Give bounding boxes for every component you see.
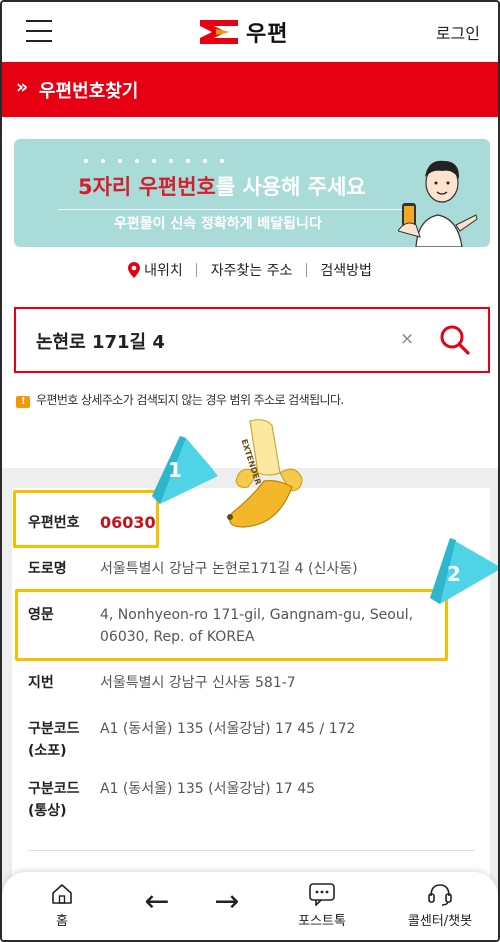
chat-bubble-icon [309,883,335,906]
address-search-box[interactable]: 논현로 171길 4 × [14,307,490,373]
english-address-highlight-box [15,589,448,661]
parcel-code-label: 구분코드 (소포) [28,721,80,759]
nav-posttalk[interactable]: 포스트톡 [284,872,360,940]
app-header: 우편 로그인 [2,2,498,62]
postcode-highlight-box [13,490,159,548]
link-separator [196,263,198,277]
annotation-badge-1: 1 [168,458,182,482]
road-address-label: 도로명 [28,561,67,577]
annotation-badge-2: 2 [447,562,461,586]
mail-code-value: A1 (동서울) 135 (서울강남) 17 45 [100,781,316,797]
banner-dots [84,159,224,163]
clear-icon[interactable]: × [400,329,414,349]
banana-extender-icon [227,419,303,528]
promo-banner[interactable]: 5자리 우편번호를 사용해 주세요 우편물이 신속 정확하게 배달됩니다 [14,139,490,247]
nav-callcenter[interactable]: 콜센터/챗봇 [392,872,488,940]
logo-text: 우편 [246,22,289,47]
nav-home-label: 홈 [56,914,68,929]
banner-divider [58,209,406,210]
link-separator [305,263,307,277]
nav-callcenter-label: 콜센터/챗봇 [407,914,473,929]
korea-post-logo-icon [200,20,238,44]
jibun-address-value[interactable]: 서울특별시 강남구 신사동 581-7 [100,672,296,694]
banner-subline: 우편물이 신속 정확하게 배달됩니다 [114,216,322,232]
annotation-arrow-1-icon [152,436,218,504]
location-pin-icon [128,262,141,278]
road-address-value[interactable]: 서울특별시 강남구 논현로171길 4 (신사동) [100,558,358,580]
back-arrow-icon: ← [144,884,170,919]
annotation-arrow-2-icon [430,538,498,604]
forward-arrow-icon: → [214,884,240,919]
result-divider [28,850,474,851]
warning-icon: ! [16,396,30,408]
search-icon[interactable] [439,324,471,356]
parcel-code-value: A1 (동서울) 135 (서울강남) 17 45 / 172 [100,721,356,737]
nav-posttalk-label: 포스트톡 [298,914,346,929]
my-location-link[interactable]: 내위치 [128,260,183,280]
quick-links: 내위치 자주찾는 주소 검색방법 [2,260,498,280]
app-frame: 우편 로그인 » 우편번호찾기 5자리 우편번호를 사용해 주세요 우편물이 신… [0,0,500,942]
notice-text: 우편번호 상세주소가 검색되지 않는 경우 범위 주소로 검색됩니다. [36,393,344,407]
double-chevron-icon: » [16,76,29,98]
page-title-bar: » 우편번호찾기 [2,62,498,117]
headset-icon [428,884,452,906]
banner-headline: 5자리 우편번호를 사용해 주세요 [78,171,366,201]
mail-code-label: 구분코드 (통상) [28,781,80,819]
person-with-phone-illustration-icon [398,160,478,247]
logo[interactable]: 우편 [200,16,288,48]
search-method-link[interactable]: 검색방법 [320,260,372,280]
page-title: 우편번호찾기 [39,81,139,102]
nav-back[interactable]: ← [132,878,182,940]
banner-headline-highlight: 5자리 우편번호 [78,175,216,199]
frequent-address-link[interactable]: 자주찾는 주소 [211,260,293,280]
banner-headline-rest: 를 사용해 주세요 [215,175,366,199]
my-location-label: 내위치 [144,263,183,279]
search-input[interactable]: 논현로 171길 4 [36,328,165,354]
hamburger-icon[interactable] [26,20,52,42]
home-icon [52,884,72,904]
jibun-address-label: 지번 [28,675,54,691]
nav-forward[interactable]: → [202,878,252,940]
search-notice: ! 우편번호 상세주소가 검색되지 않는 경우 범위 주소로 검색됩니다. [16,391,344,408]
nav-home[interactable]: 홈 [32,872,92,940]
login-button[interactable]: 로그인 [436,20,480,44]
bottom-navigation: 홈 ← → 포스트톡 콜센터/챗봇 [2,872,498,940]
